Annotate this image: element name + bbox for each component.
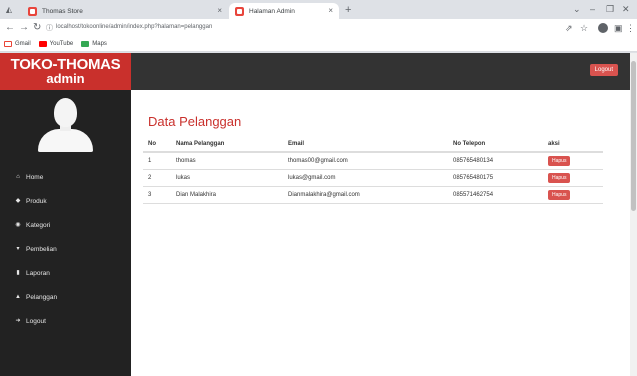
sidebar-item-kategori[interactable]: ◉ Kategori <box>0 213 131 237</box>
customer-table: No Nama Pelanggan Email No Telepon aksi … <box>143 136 603 204</box>
table-header-row: No Nama Pelanggan Email No Telepon aksi <box>143 136 603 153</box>
sidebar-item-label: Home <box>26 173 44 181</box>
tab-search-icon[interactable]: ◭ <box>4 5 14 15</box>
home-icon: ⌂ <box>16 174 20 180</box>
hapus-button[interactable]: Hapus <box>548 155 571 166</box>
admin-avatar <box>38 97 93 152</box>
browser-tab-thomas-store[interactable]: Thomas Store × <box>22 3 228 19</box>
cell-no: 3 <box>143 186 171 204</box>
sidebar-item-label: Kategori <box>26 221 51 229</box>
report-icon: ▮ <box>16 270 20 276</box>
table-row: 3 Dian Malakhira Dianmalakhira@gmail.com… <box>143 186 603 204</box>
share-icon[interactable]: ⇗ <box>565 22 573 34</box>
cell-email: lukas@gmail.com <box>283 169 448 187</box>
cell-no: 1 <box>143 152 171 170</box>
column-header: No <box>143 136 171 153</box>
brand-name: TOKO-THOMAS <box>10 56 121 73</box>
cell-email: thomas00@gmail.com <box>283 152 448 170</box>
browser-tab-halaman-admin[interactable]: Halaman Admin × <box>229 3 339 19</box>
tab-list-icon[interactable]: ⌄ <box>573 3 581 15</box>
page-scrollbar[interactable] <box>630 53 637 376</box>
bookmark-label: YouTube <box>49 41 74 47</box>
back-icon[interactable]: ← <box>5 22 15 34</box>
cell-telepon: 085765480175 <box>448 169 543 187</box>
cart-icon: ▾ <box>16 246 20 252</box>
brand-subtitle: admin <box>46 71 85 86</box>
browser-tab-bar: ◭ Thomas Store × Halaman Admin × + ⌄ – ❐… <box>0 0 637 19</box>
cell-nama: Dian Malakhira <box>171 186 283 204</box>
cell-telepon: 085571462754 <box>448 186 543 204</box>
hapus-button[interactable]: Hapus <box>548 189 571 200</box>
top-navbar: Logout <box>131 53 630 90</box>
user-icon: ▲ <box>15 294 21 300</box>
new-tab-button[interactable]: + <box>345 3 351 17</box>
sidebar-item-pembelian[interactable]: ▾ Pembelian <box>0 237 131 261</box>
tab-title: Thomas Store <box>42 7 83 15</box>
extensions-icon[interactable]: ▣ <box>614 22 623 34</box>
menu-dots-icon[interactable]: ⋮ <box>626 22 635 34</box>
sidebar-item-label: Pelanggan <box>26 293 58 301</box>
column-header: aksi <box>543 136 603 153</box>
close-window-icon[interactable]: ✕ <box>622 3 630 15</box>
sidebar-item-label: Produk <box>26 197 47 205</box>
logout-icon: ➜ <box>15 318 21 324</box>
bookmark-youtube[interactable]: YouTube <box>38 41 74 47</box>
tag-icon: ◉ <box>15 222 21 228</box>
column-header: Email <box>283 136 448 153</box>
bookmark-gmail[interactable]: Gmail <box>4 41 31 47</box>
sidebar-item-laporan[interactable]: ▮ Laporan <box>0 261 131 285</box>
cell-aksi: Hapus <box>543 169 603 187</box>
sidebar-item-label: Laporan <box>26 269 50 277</box>
cell-telepon: 085765480134 <box>448 152 543 170</box>
page-title: Data Pelanggan <box>148 114 242 129</box>
sidebar-item-pelanggan[interactable]: ▲ Pelanggan <box>0 285 131 309</box>
column-header: Nama Pelanggan <box>171 136 283 153</box>
column-header: No Telepon <box>448 136 543 153</box>
main-content: Data Pelanggan No Nama Pelanggan Email N… <box>131 90 630 376</box>
maximize-icon[interactable]: ❐ <box>606 3 614 15</box>
reload-icon[interactable]: ↻ <box>33 22 41 34</box>
sidebar-item-produk[interactable]: ◆ Produk <box>0 189 131 213</box>
tab-title: Halaman Admin <box>249 7 295 15</box>
table-row: 1 thomas thomas00@gmail.com 085765480134… <box>143 152 603 170</box>
cell-nama: lukas <box>171 169 283 187</box>
product-icon: ◆ <box>15 198 21 204</box>
scrollbar-thumb[interactable] <box>631 61 636 211</box>
close-tab-icon[interactable]: × <box>217 7 222 15</box>
cell-email: Dianmalakhira@gmail.com <box>283 186 448 204</box>
close-tab-icon[interactable]: × <box>328 7 333 15</box>
profile-avatar-icon[interactable] <box>598 23 608 33</box>
brand-logo[interactable]: TOKO-THOMAS admin <box>0 53 131 90</box>
sidebar: ⌂ Home ◆ Produk ◉ Kategori ▾ Pembelian ▮… <box>0 90 131 376</box>
hapus-button[interactable]: Hapus <box>548 172 571 183</box>
bookmark-maps[interactable]: Maps <box>81 41 107 47</box>
cell-nama: thomas <box>171 152 283 170</box>
tab-favicon-icon <box>28 6 37 16</box>
cell-no: 2 <box>143 169 171 187</box>
bookmark-star-icon[interactable]: ☆ <box>580 22 588 34</box>
url-field[interactable]: localhost/tokoonline/admin/index.php?hal… <box>56 24 212 30</box>
logout-button[interactable]: Logout <box>589 64 618 76</box>
forward-icon[interactable]: → <box>19 22 29 34</box>
sidebar-item-label: Logout <box>26 317 46 325</box>
sidebar-item-label: Pembelian <box>26 245 57 253</box>
bookmark-label: Maps <box>92 41 107 47</box>
sidebar-item-logout[interactable]: ➜ Logout <box>0 309 131 333</box>
admin-page: TOKO-THOMAS admin Logout ⌂ Home ◆ Produk… <box>0 53 630 376</box>
gmail-icon <box>4 41 12 47</box>
cell-aksi: Hapus <box>543 152 603 170</box>
youtube-icon <box>38 41 47 47</box>
sidebar-menu: ⌂ Home ◆ Produk ◉ Kategori ▾ Pembelian ▮… <box>0 165 131 333</box>
minimize-icon[interactable]: – <box>590 3 595 15</box>
tab-favicon-icon <box>235 6 244 16</box>
bookmarks-bar: Gmail YouTube Maps <box>0 37 637 52</box>
table-row: 2 lukas lukas@gmail.com 085765480175 Hap… <box>143 169 603 187</box>
site-info-icon[interactable]: ⓘ <box>46 23 53 33</box>
bookmark-label: Gmail <box>15 41 31 47</box>
sidebar-item-home[interactable]: ⌂ Home <box>0 165 131 189</box>
address-bar: ← → ↻ ⓘ localhost/tokoonline/admin/index… <box>0 19 637 37</box>
maps-icon <box>81 41 90 47</box>
cell-aksi: Hapus <box>543 186 603 204</box>
